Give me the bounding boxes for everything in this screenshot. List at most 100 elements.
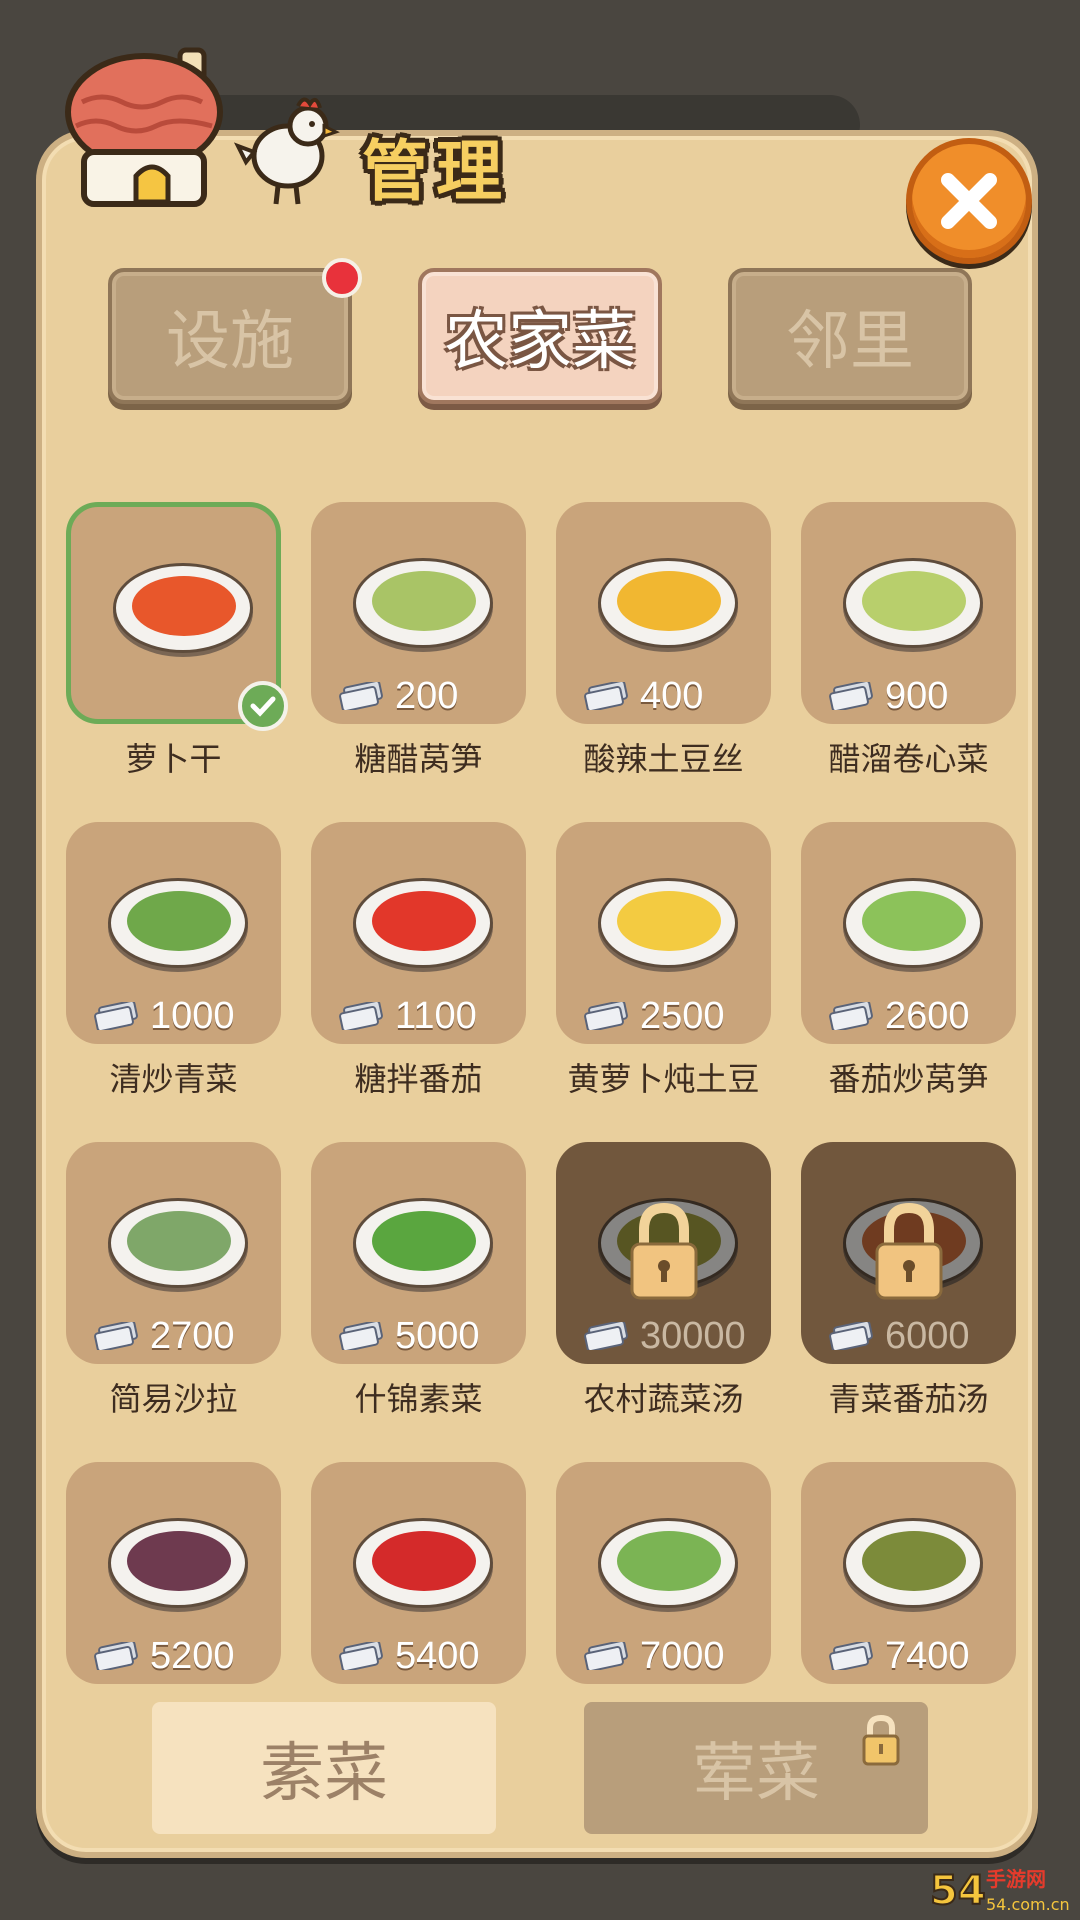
money-icon <box>94 1002 138 1030</box>
dish-name: 清炒青菜 <box>109 1060 238 1098</box>
dish-price: 5200 <box>94 1635 235 1677</box>
dish-price: 6000 <box>829 1314 970 1357</box>
dish-name: 黄萝卜炖土豆 <box>567 1060 760 1098</box>
dish-name: 什锦素菜 <box>354 1380 483 1418</box>
money-icon <box>584 682 628 710</box>
price-value: 900 <box>885 674 949 717</box>
dish-price: 1000 <box>94 995 235 1037</box>
chicken-icon <box>233 97 340 205</box>
money-icon <box>339 682 383 710</box>
close-button[interactable] <box>906 138 1032 264</box>
tab-neighbors[interactable]: 邻里 <box>728 268 972 404</box>
food-icon <box>617 1531 721 1591</box>
notification-dot <box>322 258 362 298</box>
dish-name: 番茄炒莴笋 <box>828 1060 989 1098</box>
dish-plate-icon <box>113 563 253 653</box>
price-value: 5000 <box>395 1314 480 1357</box>
dish-card[interactable]: 5400 <box>311 1462 526 1684</box>
dish-plate-icon <box>843 1518 983 1608</box>
category-meat-button[interactable]: 荤菜 <box>584 1702 928 1834</box>
dish-card[interactable]: 30000 <box>556 1142 771 1364</box>
tab-label: 邻里 <box>786 305 914 379</box>
dish-name: 糖拌番茄 <box>354 1060 483 1098</box>
price-value: 6000 <box>885 1314 970 1357</box>
dish-card[interactable]: 7000 <box>556 1462 771 1684</box>
dish-cell: 2500 黄萝卜炖土豆 <box>556 822 771 1142</box>
dish-card[interactable]: 2700 <box>66 1142 281 1364</box>
money-icon <box>339 1322 383 1350</box>
dish-name: 醋溜卷心菜 <box>828 740 989 778</box>
dish-card[interactable]: 2500 <box>556 822 771 1044</box>
dish-plate-icon <box>108 878 248 968</box>
dish-plate-icon <box>108 1518 248 1608</box>
dish-cell: 2700 简易沙拉 <box>66 1142 281 1462</box>
dish-card[interactable]: 1100 <box>311 822 526 1044</box>
category-label: 素菜 <box>260 1737 388 1811</box>
dish-plate-icon <box>598 878 738 968</box>
dish-cell: 900 醋溜卷心菜 <box>801 502 1016 822</box>
dish-card[interactable]: 1000 <box>66 822 281 1044</box>
money-icon <box>584 1642 628 1670</box>
food-icon <box>372 891 476 951</box>
dish-cell: 5000 什锦素菜 <box>311 1142 526 1462</box>
dish-cell: 2600 番茄炒莴笋 <box>801 822 1016 1142</box>
food-icon <box>372 1211 476 1271</box>
dish-name: 简易沙拉 <box>109 1380 238 1418</box>
watermark-logo: 54 手游网 54.com.cn <box>929 1867 1070 1915</box>
price-value: 2600 <box>885 994 970 1037</box>
dish-card[interactable]: 5200 <box>66 1462 281 1684</box>
dish-price: 1100 <box>339 995 477 1037</box>
price-value: 400 <box>640 674 704 717</box>
dish-price: 2600 <box>829 994 970 1037</box>
tab-farm-dishes[interactable]: 农家菜 <box>418 268 662 404</box>
food-icon <box>127 1211 231 1271</box>
dish-plate-icon <box>353 878 493 968</box>
money-icon <box>339 1002 383 1030</box>
dish-card[interactable]: 200 <box>311 502 526 724</box>
dish-plate-icon <box>598 558 738 648</box>
house-icon <box>65 47 223 207</box>
food-icon <box>372 1531 476 1591</box>
dish-cell: 1000 清炒青菜 <box>66 822 281 1142</box>
dish-name: 萝卜干 <box>125 740 222 778</box>
dish-cell: 1100 糖拌番茄 <box>311 822 526 1142</box>
dish-cell: 6000 青菜番茄汤 <box>801 1142 1016 1462</box>
dish-cell: 30000 农村蔬菜汤 <box>556 1142 771 1462</box>
price-value: 7400 <box>885 1634 970 1677</box>
dish-card[interactable]: 7400 <box>801 1462 1016 1684</box>
dish-price: 5400 <box>339 1635 480 1677</box>
dish-card[interactable]: 400 <box>556 502 771 724</box>
dish-price: 900 <box>829 674 949 717</box>
dish-plate-icon <box>353 558 493 648</box>
dish-name: 酸辣土豆丝 <box>583 740 744 778</box>
money-icon <box>94 1322 138 1350</box>
price-value: 7000 <box>640 1634 725 1677</box>
price-value: 2500 <box>640 994 725 1037</box>
category-vegetarian-button[interactable]: 素菜 <box>152 1702 496 1834</box>
dish-name: 农村蔬菜汤 <box>583 1380 744 1418</box>
money-icon <box>94 1642 138 1670</box>
svg-text:54: 54 <box>930 1868 986 1914</box>
tab-label: 农家菜 <box>444 305 636 379</box>
dish-plate-icon <box>598 1518 738 1608</box>
svg-text:54.com.cn: 54.com.cn <box>986 1895 1070 1914</box>
money-icon <box>829 682 873 710</box>
dish-plate-icon <box>108 1198 248 1288</box>
dish-card[interactable] <box>66 502 288 731</box>
money-icon <box>829 1642 873 1670</box>
tab-facilities[interactable]: 设施 <box>108 258 362 404</box>
dish-card[interactable]: 6000 <box>801 1142 1016 1364</box>
dish-card[interactable]: 2600 <box>801 822 1016 1044</box>
dish-card[interactable]: 900 <box>801 502 1016 724</box>
dish-plate-icon <box>353 1518 493 1608</box>
dish-price: 30000 <box>584 1315 746 1357</box>
dish-name: 糖醋莴笋 <box>354 740 483 778</box>
dish-price: 400 <box>584 674 704 717</box>
dish-grid: 萝卜干 200 糖醋莴笋 400 酸辣土豆丝 900 醋溜卷心菜 1000 清炒青菜 1100 糖拌… <box>66 502 1026 1782</box>
dish-card[interactable]: 5000 <box>311 1142 526 1364</box>
dish-price: 2700 <box>94 1314 235 1357</box>
price-value: 2700 <box>150 1314 235 1357</box>
svg-text:手游网: 手游网 <box>986 1867 1046 1891</box>
page-title: 管理 <box>362 133 510 210</box>
lock-icon <box>875 1202 943 1300</box>
